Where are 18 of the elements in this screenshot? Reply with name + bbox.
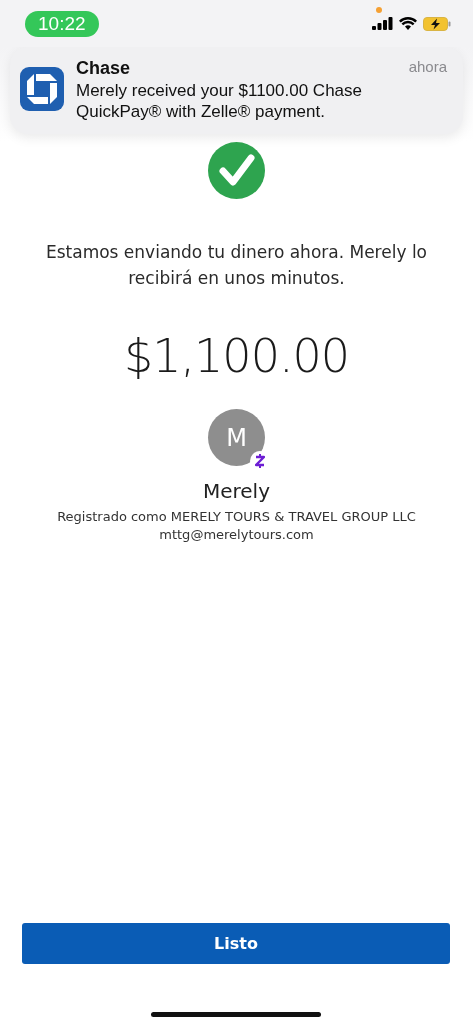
wifi-icon	[399, 17, 417, 30]
recipient-name: Merely	[202, 479, 270, 503]
signal-icon	[372, 17, 393, 30]
done-button[interactable]: Listo	[22, 923, 450, 964]
recipient-email: mttg@merelytours.com	[159, 527, 314, 542]
success-check-icon	[208, 142, 265, 199]
notification-time: ahora	[408, 58, 447, 77]
registered-name: Registrado como MERELY TOURS & TRAVEL GROUP LLC	[57, 509, 416, 524]
amount: $1,100.00	[123, 329, 350, 383]
notification-message: Merely received your $1100.00 Chase QuickPay® with Zelle® payment.	[76, 80, 363, 122]
privacy-dot	[376, 7, 382, 13]
status-message: Estamos enviando tu dinero ahora. Merely lo recibirá en unos minutos.	[44, 241, 428, 290]
battery-charging-icon	[423, 16, 451, 31]
z-badge-icon	[255, 453, 265, 469]
notification-app-name: Chase	[76, 58, 131, 79]
app-logo-icon	[20, 67, 64, 111]
status-time: 10:22	[25, 10, 99, 37]
notification-card[interactable]: Chase ahora Merely received your $1100.00 Chase QuickPay® with Zelle® payment.	[10, 47, 463, 134]
